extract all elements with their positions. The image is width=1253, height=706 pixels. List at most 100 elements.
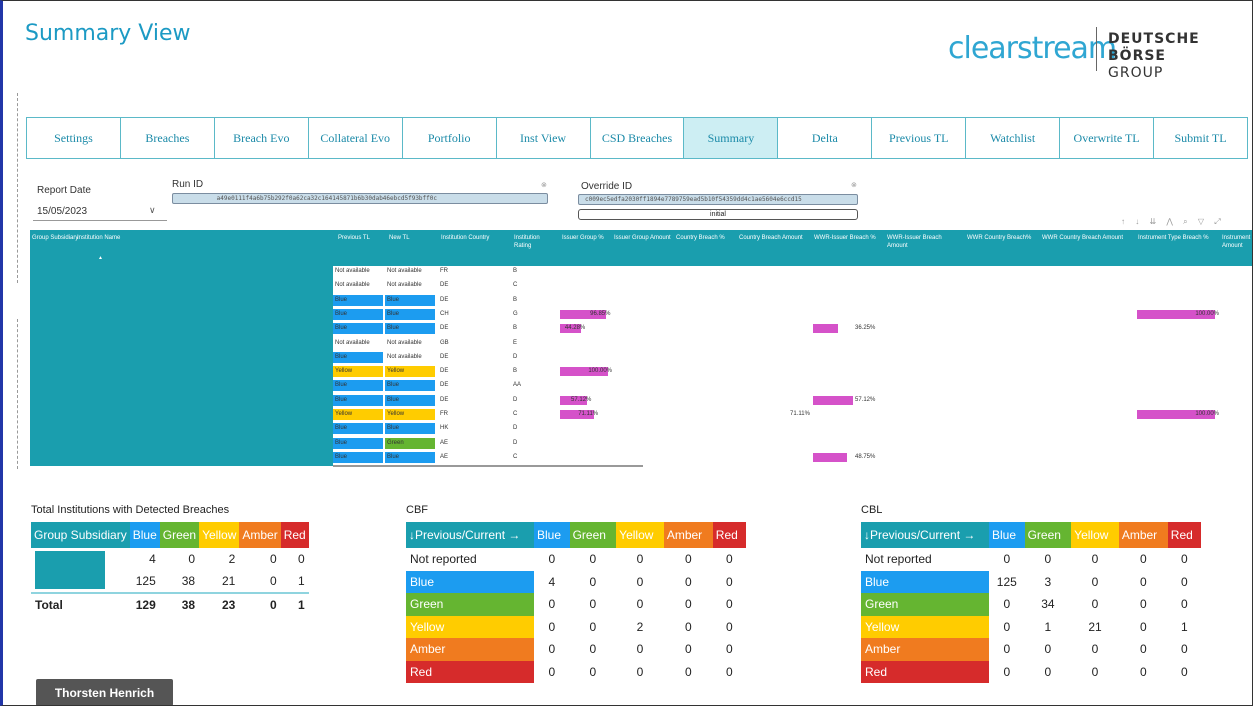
table-cell: 0 [636, 642, 644, 657]
table-row[interactable]: Blue Blue DE AA [333, 380, 1252, 392]
totals-col-header[interactable]: Green [159, 522, 200, 548]
tab-collateral-evo[interactable]: Collateral Evo [308, 118, 403, 158]
table-row[interactable]: Yellow Yellow FR C 71.11% 100.00% 71.11% [333, 409, 1252, 420]
table-row[interactable]: Red 0 0 0 0 0 [861, 660, 1201, 683]
clear-icon[interactable]: ⊗ [541, 181, 547, 189]
matrix-col-header[interactable]: Amber [663, 522, 713, 548]
run-id-field[interactable]: a49e0111f4a6b75b292f0a62ca32c164145871b6… [172, 193, 548, 204]
table-row[interactable]: Blue Blue DE B 44.28% 36.25% [333, 323, 1252, 335]
tab-submit-tl[interactable]: Submit TL [1154, 118, 1247, 158]
breach-col-header[interactable]: WWR Country Breach Amount [1042, 234, 1134, 242]
matrix-col-header[interactable]: Blue [989, 522, 1025, 548]
table-row[interactable]: Not reported 0 0 0 0 0 [406, 548, 746, 571]
breach-col-header[interactable]: WWR-Issuer Breach % [814, 234, 883, 242]
breach-col-header[interactable]: Previous TL [338, 234, 385, 242]
table-cell: C [513, 411, 518, 417]
matrix-col-header[interactable]: Red [712, 522, 746, 548]
bar-label: 96.85% [590, 310, 611, 317]
breach-col-header[interactable]: Issuer Group % [562, 234, 610, 242]
report-date-value[interactable]: 15/05/2023 [37, 206, 87, 217]
table-row[interactable]: 4 0 2 0 0 [31, 548, 309, 589]
tab-settings[interactable]: Settings [27, 118, 121, 158]
breach-col-header[interactable]: WWR-Issuer Breach Amount [887, 234, 963, 250]
table-row[interactable]: Blue 125 3 0 0 0 [861, 570, 1201, 593]
table-row[interactable]: Green 0 34 0 0 0 [861, 593, 1201, 616]
breach-col-header[interactable]: Country Breach Amount [739, 234, 810, 242]
breach-table-header: Group Subsidiary Institution Name Previous… [30, 230, 1252, 266]
tab-overwrite-tl[interactable]: Overwrite TL [1060, 118, 1155, 158]
matrix-col-header[interactable]: Yellow [616, 522, 664, 548]
table-cell: 0 [726, 619, 733, 634]
matrix-col-header[interactable]: Red [1167, 522, 1201, 548]
table-row[interactable]: Yellow 0 1 21 0 1 [861, 615, 1201, 638]
tab-csd-breaches[interactable]: CSD Breaches [590, 118, 685, 158]
table-cell: Blue [333, 380, 383, 392]
totals-col-header[interactable]: Amber [239, 522, 281, 548]
totals-col-header[interactable]: Blue [129, 522, 160, 548]
table-row[interactable]: Green 0 0 0 0 0 [406, 593, 746, 616]
chevron-down-icon[interactable]: ∨ [149, 205, 156, 216]
table-row[interactable]: Yellow 0 0 2 0 0 [406, 615, 746, 638]
table-row[interactable]: Blue Not available DE D [333, 351, 1252, 363]
matrix-col-header[interactable]: Green [569, 522, 617, 548]
table-row[interactable]: Not available Not available GB E [333, 338, 1252, 349]
table-cell: 0 [1003, 664, 1011, 679]
data-bar [813, 324, 839, 334]
visual-toolbar[interactable]: ↑ ↓ ⇊ ⋀ ⌕ ▽ ⤢ [1121, 217, 1225, 227]
override-id-field[interactable]: c009ec5edfa2030ff1894e7789759ead5b10f543… [578, 194, 858, 205]
table-row[interactable]: Not available Not available DE C [333, 280, 1252, 291]
breach-col-header[interactable]: Issuer Group Amount [614, 234, 672, 242]
table-cell: 125 [996, 574, 1017, 589]
breach-col-header[interactable]: Instrument Amount [1222, 234, 1252, 250]
sort-asc-icon[interactable]: ▲ [98, 254, 103, 262]
tab-inst-view[interactable]: Inst View [496, 118, 591, 158]
totals-col-header[interactable]: Red [280, 522, 309, 548]
breach-col-header[interactable]: New TL [389, 234, 437, 242]
totals-col-header[interactable]: Group Subsidiary [31, 522, 130, 548]
breach-col-header[interactable]: WWR Country Breach% [967, 234, 1038, 242]
matrix-col-header[interactable]: Blue [534, 522, 570, 548]
tab-summary[interactable]: Summary [684, 118, 779, 158]
logo-line-1: DEUTSCHE BÖRSE [1108, 31, 1200, 64]
horizontal-scrollbar[interactable] [333, 465, 643, 467]
table-row[interactable]: Blue Blue CH G 96.85% 100.00% [333, 308, 1252, 320]
matrix-row-label: Yellow [861, 615, 989, 638]
tab-watchlist[interactable]: Watchlist [966, 118, 1061, 158]
table-row[interactable]: Amber 0 0 0 0 0 [406, 638, 746, 661]
table-cell: 34 [1041, 597, 1055, 612]
tab-previous-tl[interactable]: Previous TL [872, 118, 967, 158]
table-row[interactable]: Not available Not available FR B [333, 266, 1252, 277]
matrix-row-label: Yellow [406, 615, 534, 638]
table-cell: 0 [726, 574, 733, 589]
breach-col-header[interactable]: Country Breach % [676, 234, 735, 242]
matrix-col-header[interactable]: Amber [1118, 522, 1168, 548]
table-row[interactable]: Amber 0 0 0 0 0 [861, 638, 1201, 661]
totals-table: Group Subsidiary Blue Green Yellow Amber Red 4… [31, 522, 309, 616]
matrix-row-label: Red [406, 660, 534, 683]
table-row[interactable]: Blue Green AE D [333, 437, 1252, 449]
breach-col-header[interactable]: Institution Rating [514, 234, 558, 250]
breach-col-header[interactable]: Instrument Type Breach % [1138, 234, 1218, 242]
matrix-col-header[interactable]: Green [1024, 522, 1072, 548]
tab-breaches[interactable]: Breaches [120, 118, 215, 158]
table-row[interactable]: Red 0 0 0 0 0 [406, 660, 746, 683]
table-row[interactable]: Yellow Yellow DE B 100.00% [333, 366, 1252, 378]
table-row[interactable]: Not reported 0 0 0 0 0 [861, 548, 1201, 571]
override-select[interactable]: initial [578, 209, 858, 220]
totals-col-header[interactable]: Yellow [199, 522, 240, 548]
table-row[interactable]: Blue 4 0 0 0 0 [406, 570, 746, 593]
tab-delta[interactable]: Delta [778, 118, 873, 158]
dashed-guide [17, 319, 18, 469]
matrix-col-header[interactable]: Yellow [1071, 522, 1119, 548]
breach-col-header[interactable]: Institution Name [77, 234, 277, 242]
table-row[interactable]: Blue Blue DE B [333, 294, 1252, 306]
tab-portfolio[interactable]: Portfolio [402, 118, 497, 158]
tab-breach-evo[interactable]: Breach Evo [214, 118, 309, 158]
clear-icon[interactable]: ⊗ [851, 181, 857, 189]
table-row[interactable]: Blue Blue HK D [333, 423, 1252, 435]
table-cell: 1 [298, 597, 305, 612]
table-row[interactable]: Blue Blue DE D 57.12% 57.12% [333, 394, 1252, 406]
table-cell: Not available [335, 282, 370, 289]
breach-col-header[interactable]: Institution Country [441, 234, 510, 242]
table-row[interactable]: Blue Blue AE C 48.75% [333, 451, 1252, 463]
